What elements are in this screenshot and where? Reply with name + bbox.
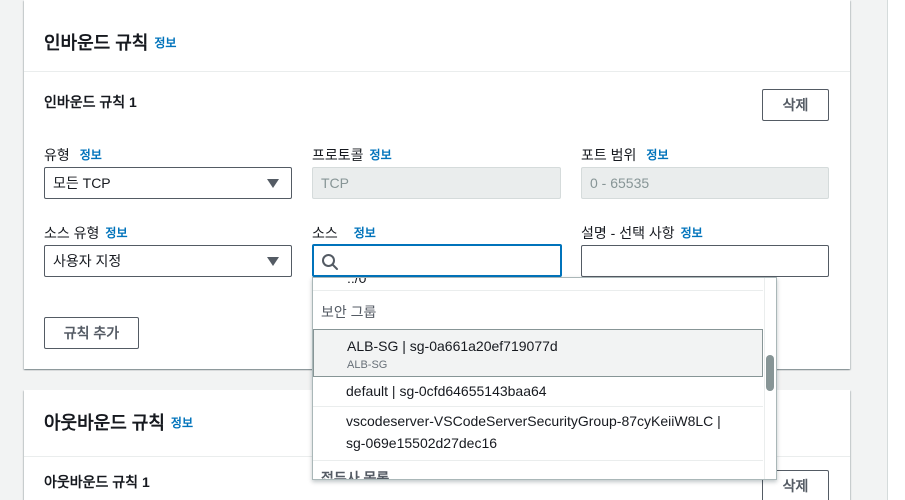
caret-down-icon — [267, 179, 279, 188]
outbound-rules-heading: 아웃바운드 규칙 — [44, 413, 165, 433]
type-label: 유형 정보 — [44, 145, 102, 165]
dropdown-option-default[interactable]: default | sg-0cfd64655143baa64 — [313, 378, 763, 406]
inbound-rules-header: 인바운드 규칙 정보 — [24, 0, 850, 72]
type-label-text: 유형 — [44, 147, 70, 163]
protocol-field: TCP — [312, 167, 561, 199]
protocol-value: TCP — [321, 175, 349, 191]
option-main-text: vscodeserver-VSCodeServerSecurityGroup-8… — [346, 413, 721, 429]
dropdown-group-label: 보안 그룹 — [321, 304, 377, 320]
option-main-text: ALB-SG | sg-0a661a20ef719077d — [347, 338, 558, 354]
port-range-value: 0 - 65535 — [590, 175, 650, 191]
dropdown-scrollbar-thumb[interactable] — [766, 355, 774, 391]
source-type-select[interactable]: 사용자 지정 — [44, 245, 292, 277]
source-label-text: 소스 — [312, 225, 338, 241]
inbound-rules-heading: 인바운드 규칙 — [44, 33, 149, 53]
description-info-link[interactable]: 정보 — [681, 226, 703, 240]
dropdown-next-group-label: 접두사 목록 — [321, 470, 390, 480]
protocol-label: 프로토콜 정보 — [312, 145, 392, 165]
dropdown-clipped-item[interactable]: ::/0 — [347, 278, 366, 286]
option-main-text: default | sg-0cfd64655143baa64 — [346, 383, 547, 399]
port-range-info-link[interactable]: 정보 — [646, 148, 668, 162]
caret-down-icon — [267, 257, 279, 266]
type-info-link[interactable]: 정보 — [80, 148, 102, 162]
dropdown-option-alb-sg[interactable]: ALB-SG | sg-0a661a20ef719077d ALB-SG — [313, 329, 763, 377]
option-main-text-line2: sg-069e15502d27dec16 — [346, 435, 498, 451]
search-icon — [322, 254, 338, 270]
inbound-rule-1-title: 인바운드 규칙 1 — [44, 94, 137, 110]
source-dropdown-list: ::/0 보안 그룹 ALB-SG | sg-0a661a20ef719077d… — [312, 277, 777, 480]
source-label: 소스 정보 — [312, 223, 376, 243]
dropdown-divider — [313, 290, 763, 291]
source-type-select-value: 사용자 지정 — [53, 253, 122, 269]
description-label: 설명 - 선택 사항 정보 — [581, 223, 703, 243]
source-type-label-text: 소스 유형 — [44, 225, 100, 241]
add-rule-button[interactable]: 규칙 추가 — [44, 317, 139, 349]
port-range-label: 포트 범위 정보 — [581, 145, 669, 165]
inbound-rules-title: 인바운드 규칙 정보 — [44, 29, 176, 55]
source-type-label: 소스 유형 정보 — [44, 223, 128, 243]
protocol-info-link[interactable]: 정보 — [370, 148, 392, 162]
port-range-field: 0 - 65535 — [581, 167, 829, 199]
description-input[interactable] — [581, 245, 829, 277]
source-type-info-link[interactable]: 정보 — [105, 226, 127, 240]
outbound-rules-info-link[interactable]: 정보 — [171, 416, 193, 430]
delete-inbound-rule-button[interactable]: 삭제 — [762, 89, 829, 121]
protocol-label-text: 프로토콜 — [312, 147, 364, 163]
inbound-rules-info-link[interactable]: 정보 — [154, 36, 176, 50]
source-info-link[interactable]: 정보 — [354, 226, 376, 240]
dropdown-option-vscodeserver[interactable]: vscodeserver-VSCodeServerSecurityGroup-8… — [313, 407, 763, 460]
option-sub-text: ALB-SG — [347, 359, 388, 371]
dropdown-divider — [313, 460, 763, 461]
type-select-value: 모든 TCP — [53, 175, 111, 191]
port-range-label-text: 포트 범위 — [581, 147, 637, 163]
right-scroll-gutter — [887, 0, 905, 500]
type-select[interactable]: 모든 TCP — [44, 167, 292, 199]
description-label-text: 설명 - 선택 사항 — [581, 225, 675, 241]
source-search-input[interactable] — [312, 244, 562, 277]
outbound-rule-1-title: 아웃바운드 규칙 1 — [44, 474, 150, 490]
outbound-rules-title: 아웃바운드 규칙 정보 — [44, 409, 193, 435]
